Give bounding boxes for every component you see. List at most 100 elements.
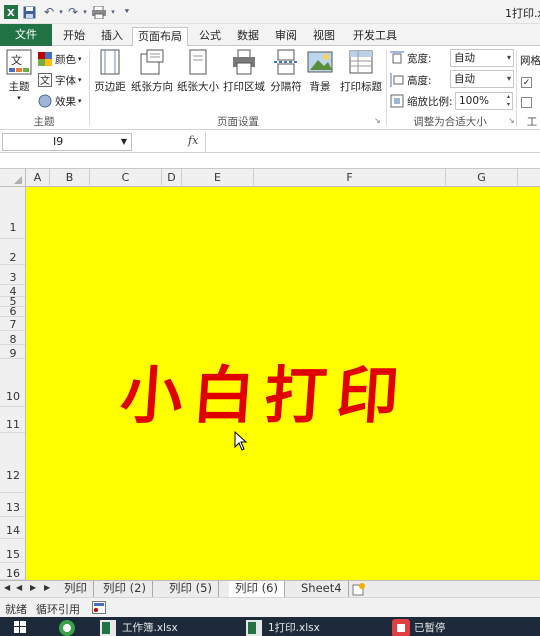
row-header[interactable]: 7 <box>0 317 25 331</box>
row-header[interactable]: 12 <box>0 433 25 493</box>
tab-developer[interactable]: 开发工具 <box>348 27 402 46</box>
ribbon: 文 主题 ▾ 颜色 ▾ 文 字体 ▾ 效果 ▾ 主题 页边距 纸张方向 纸张大小 打印… <box>0 46 540 130</box>
sheet-tab[interactable]: Sheet4 <box>295 581 349 597</box>
height-label-row: 高度: <box>390 70 432 90</box>
row-header[interactable]: 2 <box>0 239 25 265</box>
breaks-icon <box>272 48 300 76</box>
next-sheet-icon[interactable]: ▶ <box>30 583 36 592</box>
customize-qat-icon[interactable]: ⯆ <box>118 3 136 21</box>
fonts-button[interactable]: 文 字体 ▾ <box>38 70 82 90</box>
taskbar-item[interactable]: 1打印.xlsx <box>268 620 320 635</box>
svg-text:文: 文 <box>11 53 22 67</box>
breaks-button[interactable]: 分隔符 <box>268 48 304 110</box>
recorder-icon[interactable] <box>392 619 410 636</box>
scale-label: 缩放比例: <box>407 95 453 108</box>
tab-view[interactable]: 视图 <box>308 27 340 46</box>
column-header-f[interactable]: F <box>254 169 446 187</box>
size-button[interactable]: 纸张大小 <box>176 48 220 110</box>
insert-function-icon[interactable]: fx <box>188 134 198 147</box>
mouse-cursor-icon <box>234 431 248 451</box>
column-headers: A B C D E F G <box>0 169 540 187</box>
gridlines-print-row <box>521 92 532 112</box>
margins-label: 页边距 <box>94 81 126 93</box>
row-header[interactable]: 6 <box>0 306 25 317</box>
height-combo[interactable]: 自动 ▾ <box>450 70 514 88</box>
tab-formulas[interactable]: 公式 <box>194 27 226 46</box>
row-header[interactable]: 3 <box>0 265 25 285</box>
margins-button[interactable]: 页边距 <box>92 48 128 110</box>
group-divider <box>516 50 517 126</box>
width-label: 宽度: <box>407 52 432 65</box>
window-title: 1打印.x <box>505 7 540 20</box>
taskbar-item[interactable]: 已暂停 <box>414 620 446 635</box>
row-header[interactable]: 14 <box>0 517 25 539</box>
column-header-c[interactable]: C <box>90 169 162 187</box>
row-header[interactable]: 1 <box>0 187 25 239</box>
themes-button[interactable]: 文 主题 ▾ <box>2 48 36 110</box>
print-titles-icon <box>347 48 375 76</box>
row-header[interactable]: 11 <box>0 407 25 433</box>
windows-start-icon[interactable] <box>14 621 26 633</box>
excel-taskbar-icon[interactable] <box>246 620 262 636</box>
column-header-g[interactable]: G <box>446 169 518 187</box>
row-header[interactable]: 10 <box>0 359 25 407</box>
background-icon <box>306 48 334 76</box>
sheet-tab-active[interactable]: 列印 (6) <box>229 581 285 597</box>
themes-group-label: 主题 <box>33 116 55 128</box>
gridlines-view-row: ✓ <box>521 72 532 92</box>
select-all-button[interactable] <box>0 169 26 187</box>
browser-icon[interactable] <box>58 619 76 636</box>
scale-launcher-icon[interactable]: ↘ <box>508 116 515 125</box>
colors-label: 颜色 <box>55 53 76 66</box>
print-area-button[interactable]: 打印区域 <box>222 48 266 110</box>
print-titles-button[interactable]: 打印标题 <box>337 48 385 110</box>
row-header[interactable]: 15 <box>0 539 25 563</box>
name-box[interactable]: I9 ▼ <box>2 133 132 151</box>
column-header-e[interactable]: E <box>182 169 254 187</box>
breaks-label: 分隔符 <box>270 81 302 93</box>
tab-page-layout[interactable]: 页面布局 <box>132 27 188 47</box>
first-sheet-icon[interactable]: ◀ <box>4 583 10 592</box>
scale-group-label: 调整为合适大小 <box>413 116 487 128</box>
tab-insert[interactable]: 插入 <box>96 27 128 46</box>
banner-text[interactable]: 小白打印 <box>118 345 412 435</box>
macro-record-icon[interactable] <box>92 601 106 614</box>
sheet-tab[interactable]: 列印 (2) <box>97 581 153 597</box>
tab-review[interactable]: 审阅 <box>270 27 302 46</box>
row-header[interactable]: 8 <box>0 331 25 346</box>
prev-sheet-icon[interactable]: ◀ <box>16 583 22 592</box>
gridlines-print-checkbox[interactable] <box>521 96 532 108</box>
column-header-d[interactable]: D <box>162 169 182 187</box>
scale-spinner[interactable]: 100% ▴ ▾ <box>455 92 513 110</box>
row-header[interactable]: 13 <box>0 493 25 517</box>
effects-icon <box>38 94 52 108</box>
save-icon[interactable] <box>20 3 38 21</box>
tab-home[interactable]: 开始 <box>58 27 90 46</box>
page-setup-launcher-icon[interactable]: ↘ <box>374 116 381 125</box>
worksheet-grid[interactable]: 小白打印 <box>26 187 540 580</box>
tab-file[interactable]: 文件 <box>0 24 52 46</box>
effects-button[interactable]: 效果 ▾ <box>38 91 82 111</box>
orientation-label: 纸张方向 <box>131 81 173 93</box>
background-button[interactable]: 背景 <box>305 48 335 110</box>
width-combo[interactable]: 自动 ▾ <box>450 49 514 67</box>
excel-taskbar-icon[interactable] <box>100 620 116 636</box>
ribbon-tabs: 文件 开始 插入 页面布局 公式 数据 审阅 视图 开发工具 <box>0 24 540 47</box>
last-sheet-icon[interactable]: ▶ <box>44 583 50 592</box>
column-header-a[interactable]: A <box>26 169 50 187</box>
gridlines-view-checkbox[interactable]: ✓ <box>521 76 532 88</box>
orientation-button[interactable]: 纸张方向 <box>130 48 174 110</box>
taskbar-item[interactable]: 工作簿.xlsx <box>122 620 178 635</box>
column-header-b[interactable]: B <box>50 169 90 187</box>
tab-data[interactable]: 数据 <box>232 27 264 46</box>
orientation-icon <box>138 48 166 76</box>
sheet-tab[interactable]: 列印 <box>58 581 94 597</box>
colors-button[interactable]: 颜色 ▾ <box>38 49 82 69</box>
formula-input[interactable] <box>205 132 540 152</box>
row-header[interactable]: 16 <box>0 563 25 580</box>
sheet-tab[interactable]: 列印 (5) <box>163 581 219 597</box>
new-sheet-icon[interactable] <box>352 582 366 596</box>
row-header[interactable]: 9 <box>0 345 25 360</box>
page-setup-group-label: 页面设置 <box>217 116 259 128</box>
background-label: 背景 <box>309 81 331 93</box>
